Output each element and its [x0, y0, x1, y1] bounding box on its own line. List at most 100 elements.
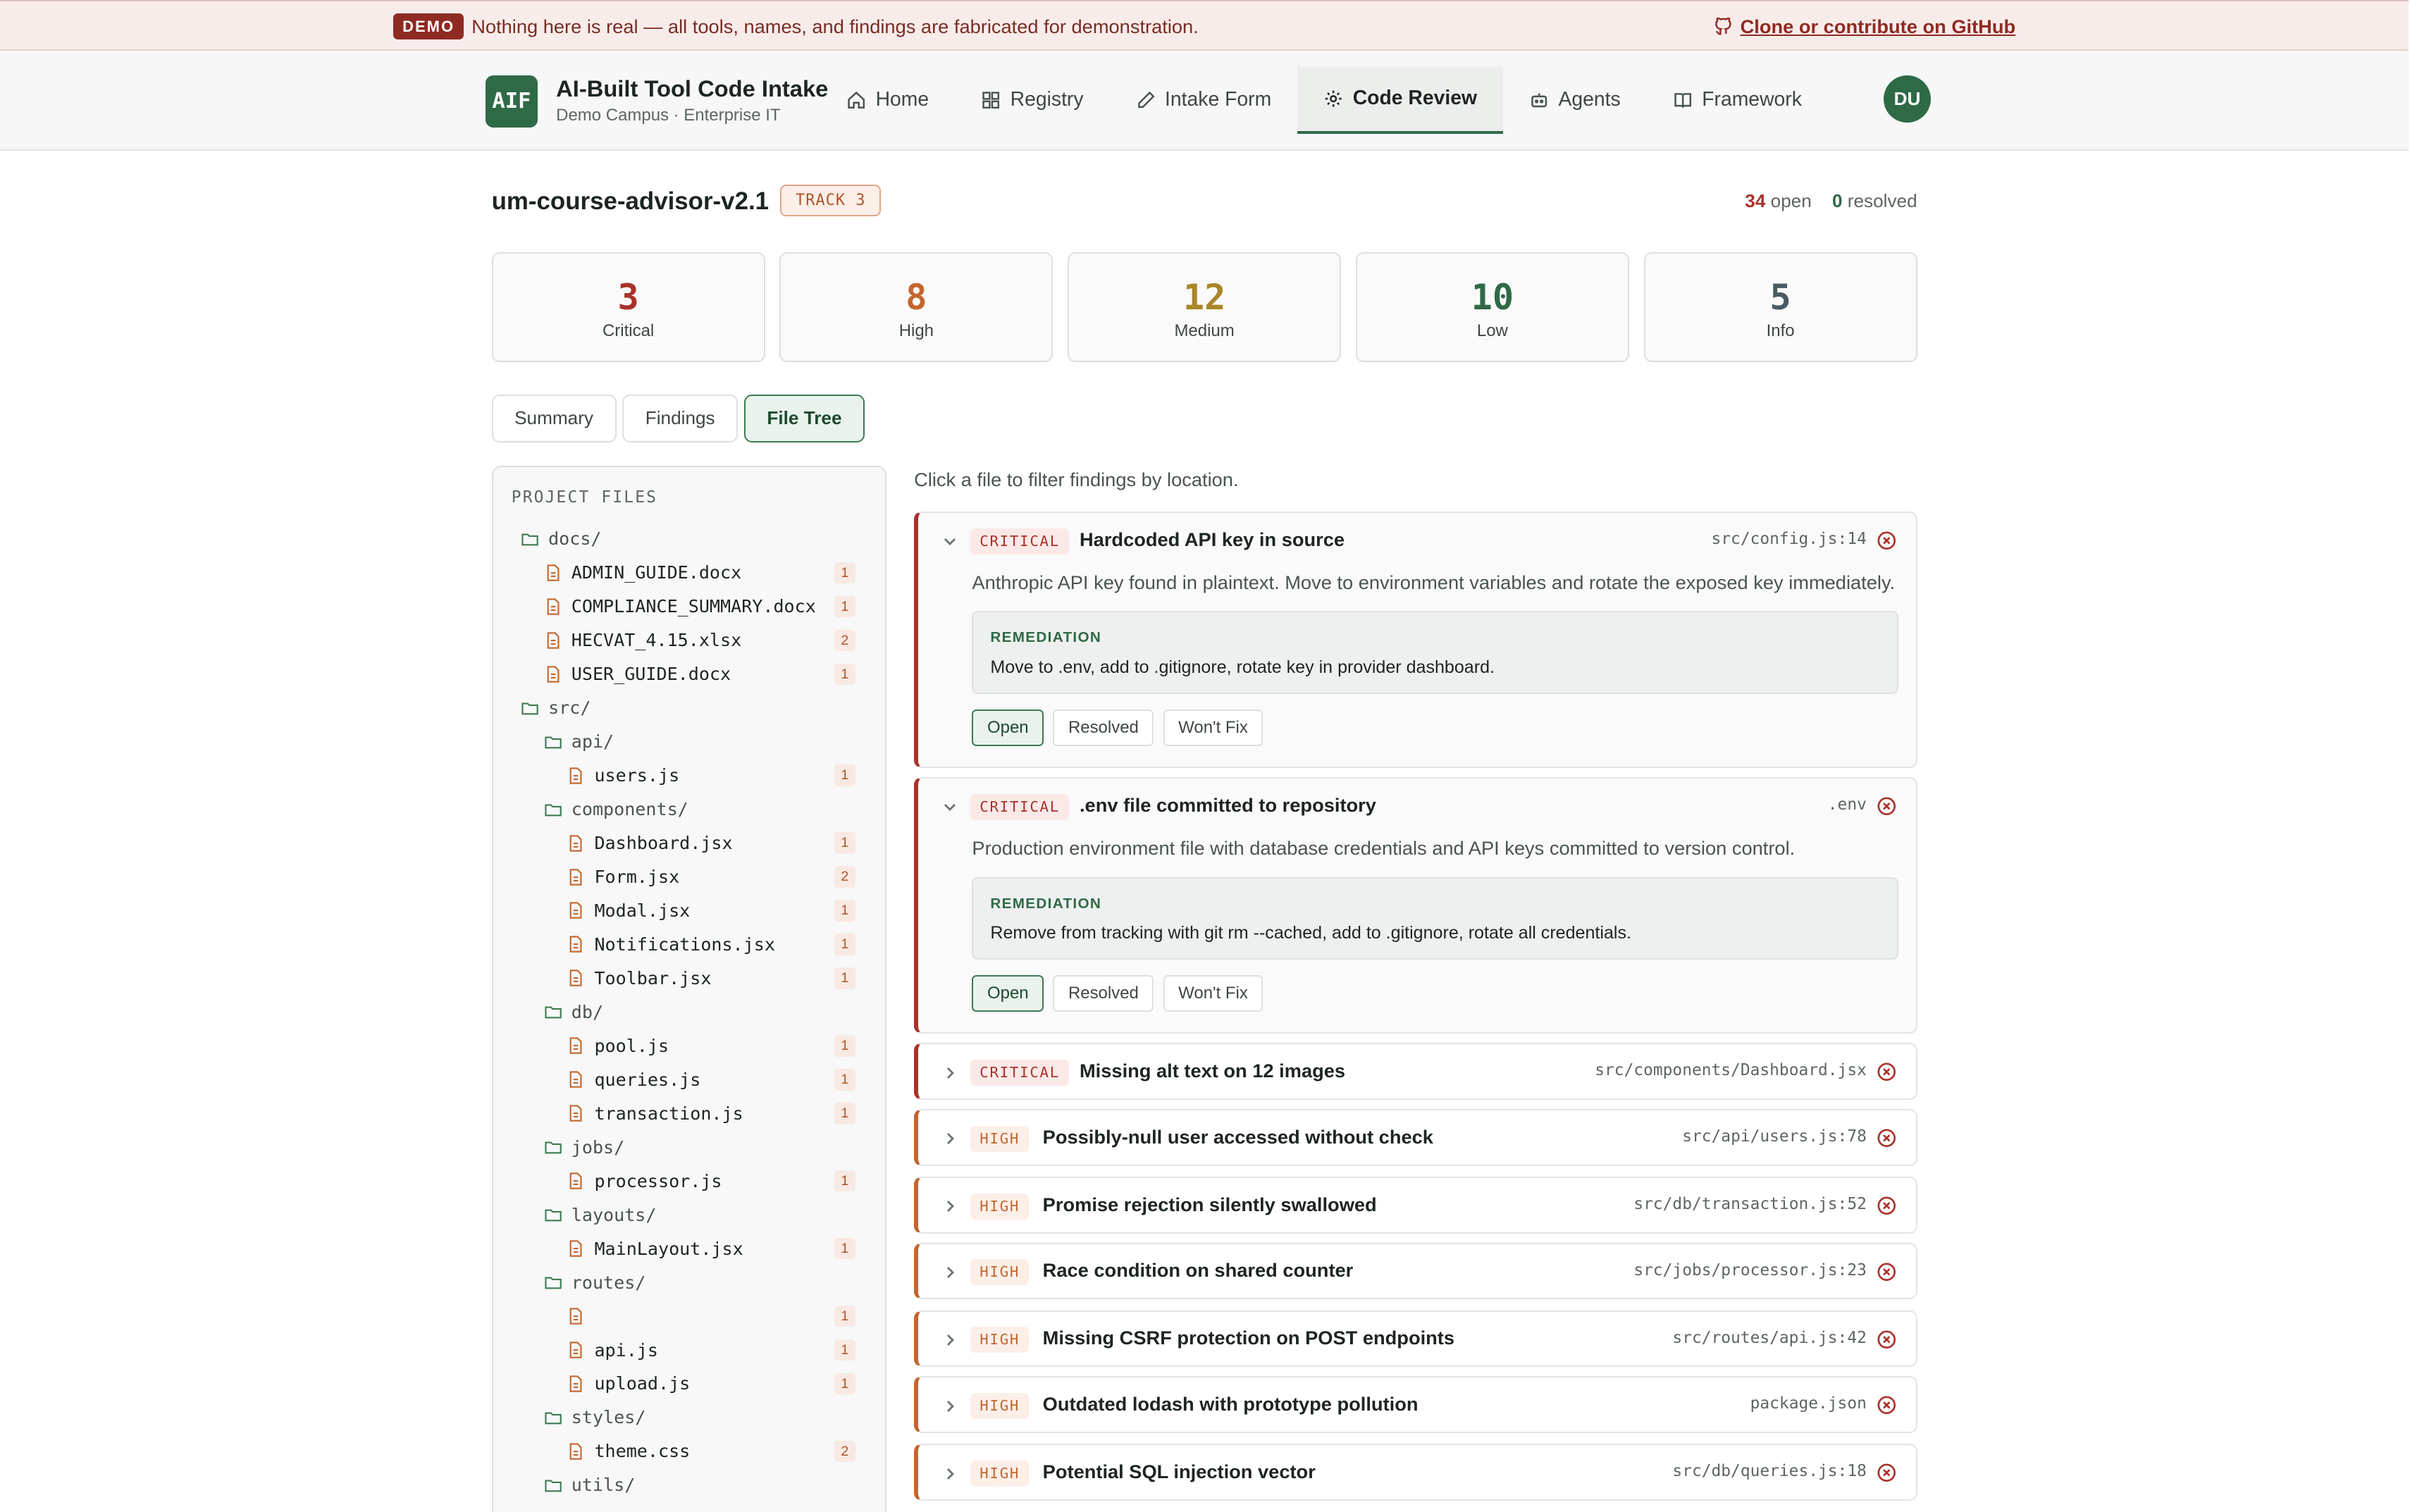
tab-summary[interactable]: Summary	[491, 395, 617, 442]
tree-folder[interactable]: api/	[493, 725, 885, 759]
finding-location[interactable]: .env	[1828, 795, 1867, 814]
finding-header[interactable]: CRITICAL Missing alt text on 12 images src…	[918, 1044, 1916, 1099]
finding-location[interactable]: src/api/users.js:78	[1682, 1127, 1867, 1146]
close-circle-icon[interactable]	[1876, 1462, 1898, 1484]
tree-folder[interactable]: styles/	[493, 1401, 885, 1434]
finding-location[interactable]: src/components/Dashboard.jsx	[1595, 1061, 1867, 1079]
finding-card[interactable]: HIGH Possibly-null user accessed without …	[914, 1108, 1917, 1166]
finding-header[interactable]: HIGH Potential SQL injection vector src/db…	[918, 1445, 1916, 1500]
tree-file[interactable]: queries.js 1	[493, 1062, 885, 1096]
finding-card[interactable]: CRITICAL Hardcoded API key in source src/c…	[914, 511, 1917, 768]
finding-card[interactable]: HIGH Outdated lodash with prototype pollu…	[914, 1376, 1917, 1433]
finding-header[interactable]: HIGH Promise rejection silently swallowed…	[918, 1178, 1916, 1233]
nav-code-review[interactable]: Code Review	[1297, 66, 1504, 134]
tree-file[interactable]: COMPLIANCE_SUMMARY.docx 1	[493, 590, 885, 624]
chevron-right-icon[interactable]	[941, 1264, 958, 1281]
tree-file[interactable]: theme.css 2	[493, 1434, 885, 1468]
finding-count-badge: 1	[834, 562, 856, 584]
chevron-right-icon[interactable]	[941, 1198, 958, 1215]
chevron-right-icon[interactable]	[941, 1332, 958, 1349]
tree-folder[interactable]: layouts/	[493, 1198, 885, 1232]
close-circle-icon[interactable]	[1876, 1061, 1898, 1083]
nav-intake-form[interactable]: Intake Form	[1110, 66, 1298, 134]
nav-home[interactable]: Home	[820, 66, 955, 134]
finding-location[interactable]: src/db/transaction.js:52	[1633, 1195, 1867, 1213]
status-button-won-t-fix[interactable]: Won't Fix	[1163, 975, 1263, 1012]
tree-file[interactable]: Toolbar.jsx 1	[493, 961, 885, 995]
user-avatar[interactable]: DU	[1883, 75, 1932, 123]
nav-agents[interactable]: Agents	[1503, 66, 1647, 134]
tree-file[interactable]: 1	[493, 1299, 885, 1333]
close-circle-icon[interactable]	[1876, 1261, 1898, 1283]
tree-file[interactable]: processor.js 1	[493, 1164, 885, 1198]
tree-folder[interactable]: components/	[493, 793, 885, 826]
finding-header[interactable]: HIGH Race condition on shared counter src/…	[918, 1244, 1916, 1299]
tree-file[interactable]: transaction.js 1	[493, 1096, 885, 1130]
finding-location[interactable]: src/db/queries.js:18	[1672, 1462, 1866, 1480]
finding-header[interactable]: HIGH Outdated lodash with prototype pollu…	[918, 1377, 1916, 1432]
tree-file[interactable]: MainLayout.jsx 1	[493, 1232, 885, 1265]
finding-header[interactable]: HIGH Possibly-null user accessed without …	[918, 1110, 1916, 1165]
severity-card-info[interactable]: 5 Info	[1643, 252, 1917, 363]
tree-file[interactable]: Dashboard.jsx 1	[493, 826, 885, 860]
finding-location[interactable]: package.json	[1750, 1394, 1867, 1413]
chevron-down-icon[interactable]	[941, 798, 958, 815]
tree-file[interactable]: users.js 1	[493, 759, 885, 793]
tree-file[interactable]: Form.jsx 2	[493, 860, 885, 894]
finding-location[interactable]: src/config.js:14	[1712, 530, 1867, 548]
nav-registry[interactable]: Registry	[955, 66, 1109, 134]
chevron-down-icon[interactable]	[941, 533, 958, 550]
status-button-resolved[interactable]: Resolved	[1053, 975, 1154, 1012]
severity-card-medium[interactable]: 12 Medium	[1068, 252, 1342, 363]
finding-card[interactable]: HIGH Missing CSRF protection on POST endp…	[914, 1310, 1917, 1368]
close-circle-icon[interactable]	[1876, 1195, 1898, 1217]
finding-header[interactable]: CRITICAL Hardcoded API key in source src/c…	[918, 513, 1916, 568]
status-button-won-t-fix[interactable]: Won't Fix	[1163, 709, 1263, 747]
tree-file[interactable]: Notifications.jsx 1	[493, 928, 885, 962]
close-circle-icon[interactable]	[1876, 795, 1898, 817]
finding-header[interactable]: HIGH Missing CSRF protection on POST endp…	[918, 1312, 1916, 1367]
finding-card[interactable]: HIGH Race condition on shared counter src/…	[914, 1242, 1917, 1300]
tree-file[interactable]: HECVAT_4.15.xlsx 2	[493, 624, 885, 657]
severity-card-high[interactable]: 8 High	[779, 252, 1053, 363]
close-circle-icon[interactable]	[1876, 530, 1898, 552]
finding-card[interactable]: CRITICAL Missing alt text on 12 images src…	[914, 1043, 1917, 1100]
tree-folder[interactable]: db/	[493, 995, 885, 1029]
tree-file[interactable]: USER_GUIDE.docx 1	[493, 657, 885, 691]
tree-folder[interactable]: src/	[493, 691, 885, 725]
finding-card[interactable]: CRITICAL .env file committed to repositor…	[914, 777, 1917, 1034]
status-button-open[interactable]: Open	[972, 975, 1044, 1012]
github-link[interactable]: Clone or contribute on GitHub	[1714, 16, 2015, 38]
tab-findings[interactable]: Findings	[622, 395, 739, 442]
finding-card[interactable]: HIGH Potential SQL injection vector src/db…	[914, 1444, 1917, 1501]
tree-folder[interactable]: jobs/	[493, 1130, 885, 1164]
tab-file-tree[interactable]: File Tree	[743, 395, 865, 442]
tree-file[interactable]: upload.js 1	[493, 1367, 885, 1401]
chevron-right-icon[interactable]	[941, 1065, 958, 1082]
severity-card-low[interactable]: 10 Low	[1355, 252, 1629, 363]
chevron-right-icon[interactable]	[941, 1398, 958, 1415]
tree-folder[interactable]: utils/	[493, 1468, 885, 1502]
nav-framework[interactable]: Framework	[1647, 66, 1828, 134]
severity-card-critical[interactable]: 3 Critical	[491, 252, 765, 363]
tree-folder[interactable]: routes/	[493, 1265, 885, 1299]
status-button-open[interactable]: Open	[972, 709, 1044, 747]
tree-item-name: ADMIN_GUIDE.docx	[571, 562, 742, 583]
tree-folder[interactable]: docs/	[493, 522, 885, 556]
close-circle-icon[interactable]	[1876, 1394, 1898, 1416]
app-logo[interactable]: AIF	[485, 75, 538, 128]
finding-card[interactable]: HIGH Promise rejection silently swallowed…	[914, 1176, 1917, 1234]
chevron-right-icon[interactable]	[941, 1465, 958, 1482]
tree-file[interactable]: pool.js 1	[493, 1029, 885, 1062]
tree-file[interactable]: Modal.jsx 1	[493, 894, 885, 928]
tree-file[interactable]: ADMIN_GUIDE.docx 1	[493, 556, 885, 590]
chevron-right-icon[interactable]	[941, 1130, 958, 1147]
tree-file[interactable]: api.js 1	[493, 1333, 885, 1367]
status-button-resolved[interactable]: Resolved	[1053, 709, 1154, 747]
close-circle-icon[interactable]	[1876, 1329, 1898, 1351]
file-icon	[569, 1308, 582, 1325]
finding-location[interactable]: src/routes/api.js:42	[1672, 1329, 1866, 1347]
finding-location[interactable]: src/jobs/processor.js:23	[1633, 1261, 1867, 1279]
finding-header[interactable]: CRITICAL .env file committed to repositor…	[918, 779, 1916, 834]
close-circle-icon[interactable]	[1876, 1127, 1898, 1149]
